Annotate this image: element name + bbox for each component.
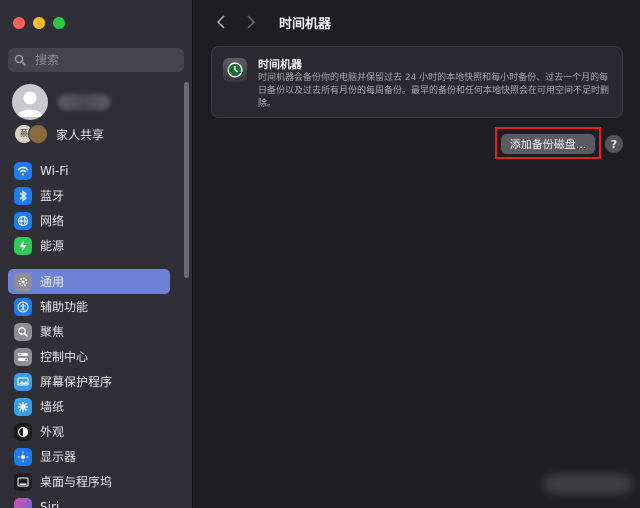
sidebar-item-label: 墙纸: [40, 400, 65, 414]
minimize-window-button[interactable]: [33, 17, 45, 29]
window-controls: [13, 17, 65, 29]
account-name-blurred: [58, 94, 110, 110]
control-center-icon: [14, 347, 32, 366]
sidebar-item-wifi[interactable]: Wi-Fi: [8, 158, 170, 183]
chevron-left-icon: [217, 15, 225, 29]
close-window-button[interactable]: [13, 17, 25, 29]
sidebar-item-label: 通用: [40, 275, 65, 289]
family-sharing[interactable]: 蔡 家人共享: [14, 124, 104, 144]
sidebar-item-label: Wi-Fi: [40, 163, 69, 178]
sidebar-item-displays[interactable]: 显示器: [8, 444, 170, 469]
sidebar-item-energy[interactable]: 能源: [8, 233, 170, 258]
avatar: [12, 84, 48, 120]
sidebar-scrollbar[interactable]: [184, 82, 189, 278]
sidebar-item-wallpaper[interactable]: 墙纸: [8, 394, 170, 419]
accessibility-icon: [14, 297, 32, 316]
sidebar-item-label: 屏幕保护程序: [40, 375, 113, 389]
sidebar-item-control-center[interactable]: 控制中心: [8, 344, 170, 369]
sidebar-item-appearance[interactable]: 外观: [8, 419, 170, 444]
time-machine-icon: [223, 58, 247, 82]
toolbar: 时间机器: [211, 10, 331, 34]
time-machine-info-card: 时间机器 时间机器会备份你的电脑并保留过去 24 小时的本地快照和每小时备份、过…: [211, 46, 623, 118]
wallpaper-icon: [14, 397, 32, 416]
family-avatar-photo: [28, 124, 48, 144]
sidebar-item-general[interactable]: 通用: [8, 269, 170, 294]
apple-account[interactable]: [12, 84, 110, 120]
siri-icon: [14, 497, 32, 508]
sidebar-item-bluetooth[interactable]: 蓝牙: [8, 183, 170, 208]
family-avatars: 蔡: [14, 124, 48, 144]
battery-icon: [14, 236, 32, 255]
search-icon: [14, 53, 28, 67]
sidebar-item-screensaver[interactable]: 屏幕保护程序: [8, 369, 170, 394]
search-input[interactable]: [33, 52, 177, 68]
sidebar-item-label: 聚焦: [40, 325, 65, 339]
page-title: 时间机器: [279, 16, 332, 32]
sidebar-item-label: 外观: [40, 425, 65, 439]
card-title: 时间机器: [258, 58, 302, 71]
search-field[interactable]: [8, 48, 184, 72]
sidebar: 蔡 家人共享 Wi-Fi 蓝牙 网络 能源: [0, 0, 193, 508]
sidebar-item-label: 能源: [40, 239, 65, 253]
bluetooth-icon: [14, 186, 32, 205]
zoom-window-button[interactable]: [53, 17, 65, 29]
sidebar-item-label: 显示器: [40, 450, 77, 464]
back-button[interactable]: [211, 10, 231, 34]
spotlight-icon: [14, 322, 32, 341]
sidebar-item-siri[interactable]: Siri: [8, 494, 170, 508]
main-pane: 时间机器 时间机器 时间机器会备份你的电脑并保留过去 24 小时的本地快照和每小…: [193, 0, 640, 508]
wifi-icon: [14, 161, 32, 180]
watermark: [543, 474, 633, 494]
dock-icon: [14, 472, 32, 491]
gear-icon: [14, 272, 32, 291]
menu-gap: [8, 258, 170, 269]
sidebar-item-label: 网络: [40, 214, 65, 228]
sidebar-item-label: 蓝牙: [40, 189, 65, 203]
display-icon: [14, 447, 32, 466]
forward-button[interactable]: [241, 10, 261, 34]
settings-menu: Wi-Fi 蓝牙 网络 能源 通用 辅助功能 聚焦 控制中心 屏幕保护程序 墙纸…: [8, 158, 170, 508]
sidebar-item-network[interactable]: 网络: [8, 208, 170, 233]
sidebar-item-label: 辅助功能: [40, 300, 89, 314]
globe-icon: [14, 211, 32, 230]
family-sharing-label: 家人共享: [56, 127, 105, 142]
add-backup-disk-button[interactable]: 添加备份磁盘...: [501, 134, 595, 154]
sidebar-item-label: 控制中心: [40, 350, 89, 364]
screensaver-icon: [14, 372, 32, 391]
sidebar-item-label: Siri: [40, 499, 60, 508]
sidebar-item-desktop-dock[interactable]: 桌面与程序坞: [8, 469, 170, 494]
appearance-icon: [14, 422, 32, 441]
sidebar-item-label: 桌面与程序坞: [40, 475, 113, 489]
sidebar-item-accessibility[interactable]: 辅助功能: [8, 294, 170, 319]
help-button[interactable]: ?: [605, 135, 623, 153]
chevron-right-icon: [247, 15, 255, 29]
sidebar-item-spotlight[interactable]: 聚焦: [8, 319, 170, 344]
card-description: 时间机器会备份你的电脑并保留过去 24 小时的本地快照和每小时备份、过去一个月的…: [258, 73, 610, 109]
